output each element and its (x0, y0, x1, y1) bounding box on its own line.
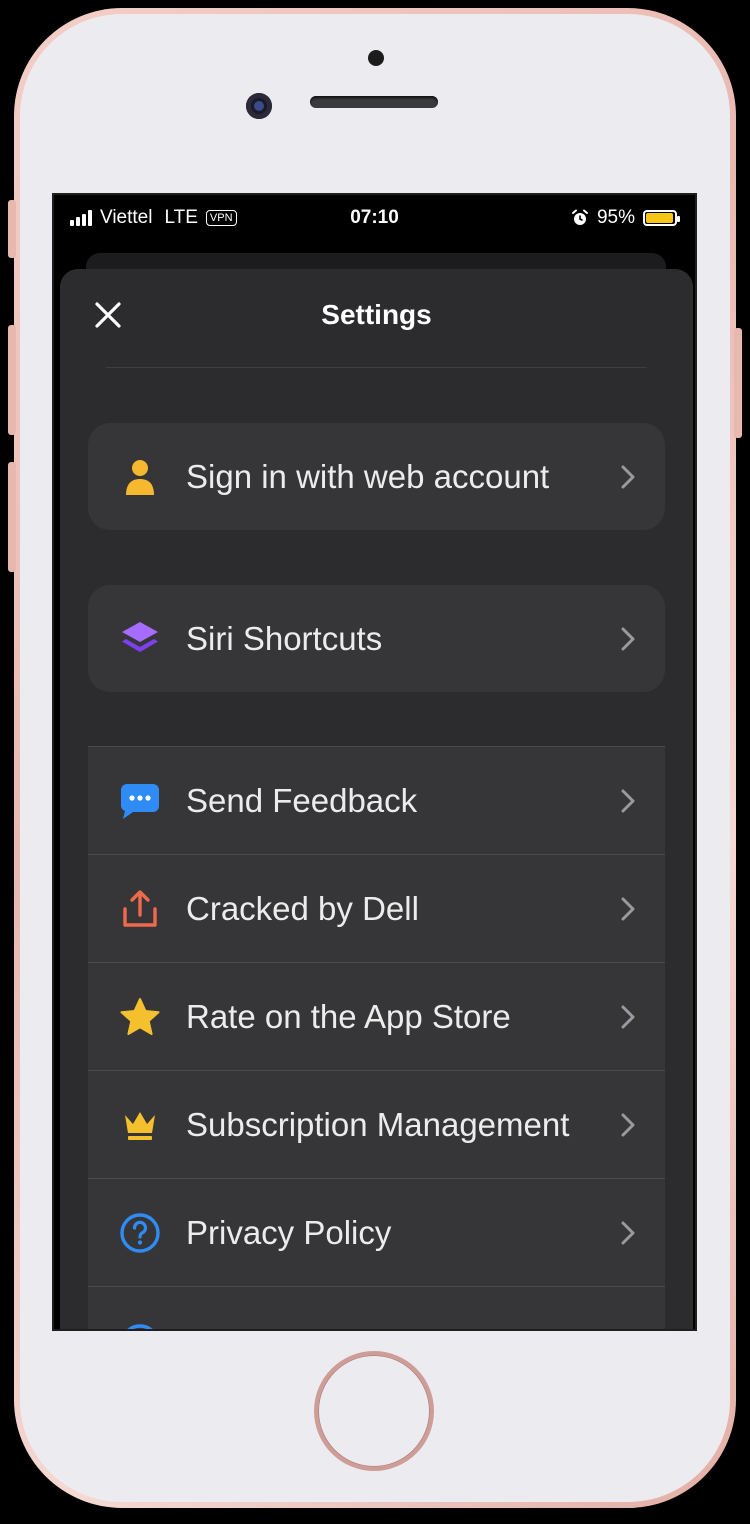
sheet-header: Settings (60, 269, 693, 368)
chevron-right-icon (621, 897, 637, 921)
cracked-by-dell-row[interactable]: Cracked by Dell (88, 854, 665, 962)
alarm-icon (571, 209, 588, 225)
row-label: Siri Shortcuts (186, 619, 383, 657)
chevron-right-icon (621, 1113, 637, 1137)
home-button[interactable] (318, 1355, 430, 1467)
main-list: Send Feedback Cracked by Dell Rate on th… (88, 746, 665, 1329)
partial-row[interactable] (88, 1286, 665, 1329)
row-label: Rate on the App Store (186, 997, 511, 1035)
layers-icon (118, 617, 162, 661)
earpiece-speaker (310, 96, 438, 108)
send-feedback-row[interactable]: Send Feedback (88, 746, 665, 854)
volume-up-button (8, 325, 16, 435)
chat-bubble-icon (118, 779, 162, 823)
front-camera (246, 93, 272, 119)
status-bar: Viettel LTE VPN 07:10 95% (54, 195, 695, 245)
front-sensor (368, 50, 384, 66)
screen: Viettel LTE VPN 07:10 95% Settings Sign … (52, 193, 697, 1331)
shortcuts-group: Siri Shortcuts (88, 585, 665, 692)
battery-percent: 95% (596, 207, 635, 228)
share-icon (118, 887, 162, 931)
crown-icon (118, 1103, 162, 1147)
privacy-policy-row[interactable]: Privacy Policy (88, 1178, 665, 1286)
mute-switch (8, 200, 16, 258)
subscription-management-row[interactable]: Subscription Management (88, 1070, 665, 1178)
star-icon (118, 995, 162, 1039)
power-button (734, 328, 742, 438)
battery-icon (643, 210, 680, 226)
account-group: Sign in with web account (88, 423, 665, 530)
row-label: Cracked by Dell (186, 889, 419, 927)
row-label: Subscription Management (186, 1105, 570, 1143)
page-title: Settings (321, 299, 432, 330)
person-icon (118, 455, 162, 499)
chevron-right-icon (621, 465, 637, 489)
row-label: Privacy Policy (186, 1213, 392, 1251)
sign-in-row[interactable]: Sign in with web account (88, 423, 665, 530)
question-circle-icon (118, 1211, 162, 1255)
chevron-right-icon (621, 1005, 637, 1029)
row-label: Sign in with web account (186, 457, 550, 495)
chevron-right-icon (621, 1221, 637, 1245)
battery-level (646, 213, 673, 223)
info-circle-icon (118, 1323, 162, 1329)
settings-sheet: Settings Sign in with web account Siri S… (60, 269, 693, 1329)
chevron-right-icon (621, 627, 637, 651)
header-divider (106, 367, 647, 368)
row-label: Send Feedback (186, 781, 418, 819)
siri-shortcuts-row[interactable]: Siri Shortcuts (88, 585, 665, 692)
chevron-right-icon (621, 789, 637, 813)
status-right: 95% (571, 207, 680, 229)
volume-down-button (8, 462, 16, 572)
rate-app-store-row[interactable]: Rate on the App Store (88, 962, 665, 1070)
